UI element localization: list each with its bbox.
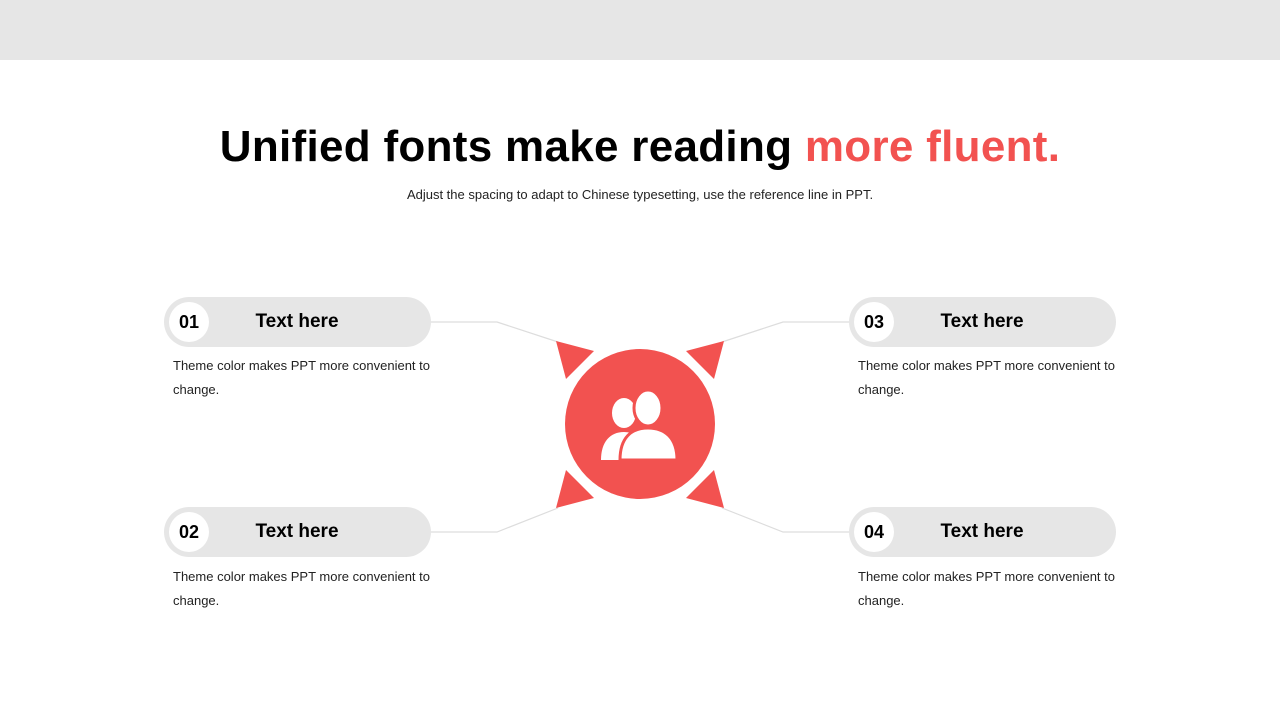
connector-04 <box>721 507 850 533</box>
connector-01 <box>430 321 559 343</box>
connector-02 <box>430 507 559 533</box>
central-hub <box>556 341 724 508</box>
item-01-text: Theme color makes PPT more convenient to… <box>173 358 430 397</box>
item-04-title: Text here <box>940 521 1024 542</box>
item-01-title: Text here <box>255 311 339 332</box>
item-01-number: 01 <box>169 302 209 342</box>
item-03-text: Theme color makes PPT more convenient to… <box>858 358 1115 397</box>
item-04-text: Theme color makes PPT more convenient to… <box>858 569 1115 608</box>
item-04-number: 04 <box>854 512 894 552</box>
item-03-pill: 03 Text here <box>849 297 1116 347</box>
item-01-pill: 01 Text here <box>164 297 431 347</box>
item-03-title: Text here <box>940 311 1024 332</box>
item-02-title: Text here <box>255 521 339 542</box>
connector-03 <box>721 321 850 343</box>
item-02-number: 02 <box>169 512 209 552</box>
item-02-pill: 02 Text here <box>164 507 431 557</box>
item-02-text: Theme color makes PPT more convenient to… <box>173 569 430 608</box>
item-03-number: 03 <box>854 302 894 342</box>
item-04-pill: 04 Text here <box>849 507 1116 557</box>
